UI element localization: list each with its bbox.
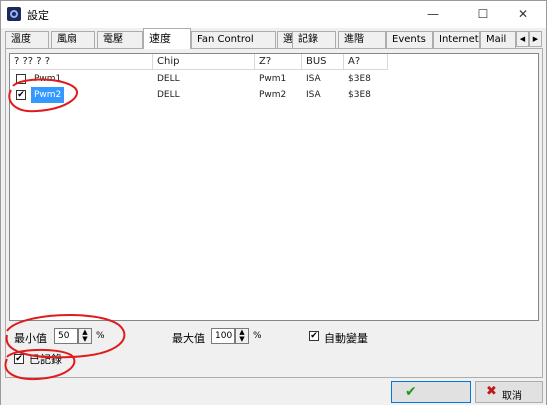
row-z: Pwm1 [259,74,287,84]
list-item[interactable]: ✔ Pwm2 DELL Pwm2 ISA $3E8 [10,87,538,103]
speed-panel: ? ?? ? ? Chip Z? BUS A? Pwm1 DELL Pwm1 I… [5,48,543,378]
tab-speed[interactable]: 速度 [143,28,191,49]
row-name: Pwm1 [34,74,62,84]
max-value-unit: % [253,331,262,341]
settings-window: 設定 — ☐ ✕ 溫度 風扇 電壓 速度 Fan Control 選項 記錄 進… [0,0,547,405]
dialog-footer: ✔ ✖ 取消 [1,378,546,405]
tab-fan-control[interactable]: Fan Control [191,31,276,48]
checkmark-icon: ✔ [405,384,417,400]
min-value-label: 最小值 [14,332,47,345]
column-header-chip[interactable]: Chip [153,54,255,70]
title-bar[interactable]: 設定 — ☐ ✕ [1,1,546,28]
row-z: Pwm2 [259,90,287,100]
auto-variable-checkbox[interactable]: ✔ [309,331,319,341]
spinner-down-icon[interactable]: ▼ [236,336,248,343]
row-checkbox[interactable]: ✔ [16,90,26,100]
tab-fans[interactable]: 風扇 [51,31,95,48]
max-value-input[interactable]: 100 [211,328,235,344]
min-value-spinner[interactable]: ▲ ▼ [78,328,92,344]
tab-scroll-left-button[interactable]: ◀ [516,31,529,47]
tab-advanced[interactable]: 進階 [338,31,386,48]
list-item[interactable]: Pwm1 DELL Pwm1 ISA $3E8 [10,71,538,87]
column-header-address[interactable]: A? [344,54,388,70]
ok-button[interactable]: ✔ [391,381,471,403]
tab-strip: 溫度 風扇 電壓 速度 Fan Control 選項 記錄 進階 Events … [5,28,543,49]
tab-log[interactable]: 記錄 [292,31,336,48]
pwm-list[interactable]: ? ?? ? ? Chip Z? BUS A? Pwm1 DELL Pwm1 I… [9,53,539,321]
row-chip: DELL [157,74,180,84]
row-checkbox[interactable] [16,74,26,84]
cancel-button[interactable]: ✖ 取消 [475,381,543,403]
column-header-bus[interactable]: BUS [302,54,344,70]
minimize-button[interactable]: — [411,1,455,28]
row-address: $3E8 [348,90,371,100]
row-address: $3E8 [348,74,371,84]
tab-scroll-right-button[interactable]: ▶ [529,31,542,47]
speed-controls-row: 最小值 50 ▲ ▼ % 最大值 100 ▲ ▼ % ✔ 自動變量 [6,325,542,347]
tab-internet[interactable]: Internet [433,31,480,48]
max-value-label: 最大值 [172,332,205,345]
min-value-unit: % [96,331,105,341]
close-button[interactable]: ✕ [501,1,545,28]
recorded-label: 已記錄 [29,353,62,366]
column-header-z[interactable]: Z? [255,54,302,70]
auto-variable-label: 自動變量 [324,332,368,345]
maximize-button[interactable]: ☐ [461,1,505,28]
recorded-checkbox[interactable]: ✔ [14,354,24,364]
window-title: 設定 [27,9,49,22]
tab-mail[interactable]: Mail [480,31,516,48]
list-header: ? ?? ? ? Chip Z? BUS A? [10,54,538,70]
row-bus: ISA [306,90,321,100]
column-header-name[interactable]: ? ?? ? ? [10,54,153,70]
cancel-label: 取消 [502,391,522,402]
tab-scroll-arrows: ◀ ▶ [516,31,543,47]
row-chip: DELL [157,90,180,100]
max-value-spinner[interactable]: ▲ ▼ [235,328,249,344]
app-icon [7,7,21,21]
row-name: Pwm2 [31,87,65,103]
tab-events[interactable]: Events [386,31,433,48]
cancel-icon: ✖ [486,384,497,399]
row-bus: ISA [306,74,321,84]
min-value-input[interactable]: 50 [54,328,78,344]
spinner-down-icon[interactable]: ▼ [79,336,91,343]
tab-voltage[interactable]: 電壓 [97,31,143,48]
tab-temperature[interactable]: 溫度 [5,31,49,48]
